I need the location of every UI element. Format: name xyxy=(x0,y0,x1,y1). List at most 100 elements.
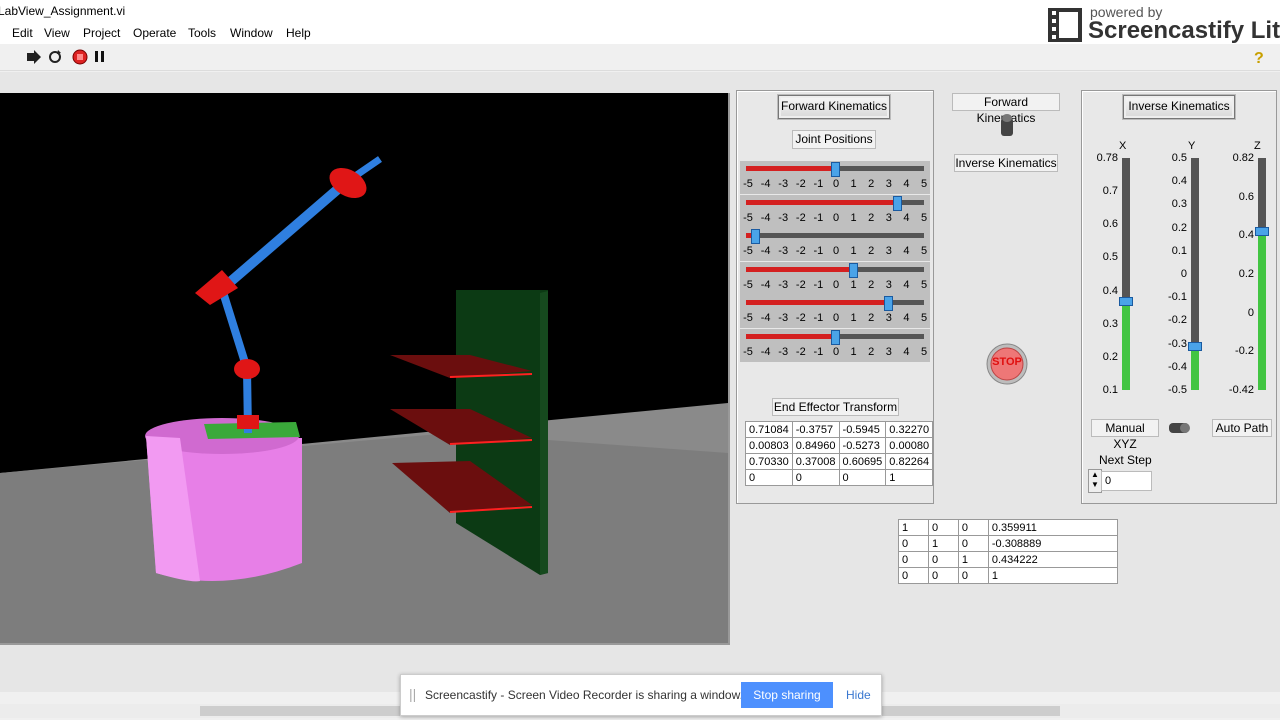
table-cell[interactable]: 0 xyxy=(898,551,929,568)
run-continuously-icon[interactable] xyxy=(47,49,63,65)
table-cell[interactable]: 0 xyxy=(957,519,989,536)
table-cell[interactable]: 0.71084 xyxy=(745,421,793,438)
tick-label: 3 xyxy=(885,345,892,358)
inverse-kinematics-button[interactable]: Inverse Kinematics xyxy=(1123,95,1235,119)
auto-path-label: Auto Path xyxy=(1212,419,1272,437)
forward-kinematics-button[interactable]: Forward Kinematics xyxy=(778,95,890,119)
table-cell[interactable]: 1 xyxy=(927,535,959,552)
tick-label: -0.42 xyxy=(1228,384,1254,396)
end-effector-transform-table[interactable]: 0.71084 -0.3757 -0.5945 0.32270 0.00803 0.849… xyxy=(745,421,934,486)
tick-label: 5 xyxy=(920,312,928,324)
table-cell[interactable]: 0.434222 xyxy=(987,551,1119,568)
slider-thumb[interactable] xyxy=(884,296,894,311)
film-icon xyxy=(1048,8,1082,42)
x-slider[interactable] xyxy=(1119,158,1133,390)
table-cell[interactable]: 0 xyxy=(927,567,959,584)
table-cell[interactable]: 0 xyxy=(791,469,840,486)
menu-edit[interactable]: Edit xyxy=(12,26,33,40)
table-cell[interactable]: -0.308889 xyxy=(987,535,1119,552)
tick-label: -4 xyxy=(760,245,771,257)
3d-picture-control[interactable] xyxy=(0,93,730,645)
pause-icon[interactable] xyxy=(94,50,106,64)
tick-label: 0.3 xyxy=(1102,317,1118,330)
tick-label: 3 xyxy=(885,312,892,324)
menu-view[interactable]: View xyxy=(44,26,70,40)
table-cell[interactable]: 0 xyxy=(957,535,989,552)
next-step-input[interactable]: 0 xyxy=(1101,471,1152,491)
table-row: 0001 xyxy=(898,567,1119,584)
screencastify-watermark: powered by Screencastify Lite xyxy=(1046,2,1280,44)
table-cell[interactable]: 0.82264 xyxy=(885,453,934,470)
menu-tools[interactable]: Tools xyxy=(188,26,216,40)
slider-track[interactable] xyxy=(746,229,924,244)
joint-slider-3[interactable]: -5 -4 -3 -2 -1 0 1 2 3 4 5 xyxy=(740,228,930,261)
table-cell[interactable]: 0.37008 xyxy=(791,453,840,470)
tick-label: 0 xyxy=(832,278,840,291)
joint-slider-1[interactable]: -5 -4 -3 -2 -1 0 1 2 3 4 5 xyxy=(740,161,930,194)
tick-label: -3 xyxy=(778,245,789,257)
table-cell[interactable]: 0.60695 xyxy=(838,453,887,470)
table-cell[interactable]: 0 xyxy=(898,535,929,552)
table-cell[interactable]: 0.70330 xyxy=(745,453,793,470)
drag-handle-icon[interactable]: || xyxy=(409,686,416,702)
table-cell[interactable]: 0 xyxy=(927,551,959,568)
table-cell[interactable]: 1 xyxy=(898,519,929,536)
menu-help[interactable]: Help xyxy=(286,26,311,40)
table-cell[interactable]: 0.359911 xyxy=(987,519,1119,536)
slider-track[interactable] xyxy=(746,329,924,345)
stop-sharing-button[interactable]: Stop sharing xyxy=(741,682,833,708)
menu-operate[interactable]: Operate xyxy=(133,26,176,40)
manual-auto-toggle[interactable] xyxy=(1165,418,1193,438)
hide-button[interactable]: Hide xyxy=(846,688,871,702)
mode-toggle-switch[interactable] xyxy=(997,112,1019,140)
tick-label: 5 xyxy=(920,278,928,291)
tick-label: 4 xyxy=(903,178,910,190)
slider-thumb[interactable] xyxy=(1119,297,1133,307)
target-pose-table[interactable]: 1 0 0 0.359911 0 1 0 -0.308889 0 0 1 0.434222 0 0 0 1 xyxy=(898,519,1119,584)
slider-thumb[interactable] xyxy=(831,162,840,177)
table-cell[interactable]: -0.5273 xyxy=(838,437,887,454)
slider-track[interactable] xyxy=(746,195,924,211)
run-arrow-icon[interactable] xyxy=(26,50,42,64)
joint-slider-4[interactable]: -5 -4 -3 -2 -1 0 1 2 3 4 5 xyxy=(740,261,930,295)
slider-thumb[interactable] xyxy=(893,195,903,211)
table-cell[interactable]: 0 xyxy=(838,469,887,486)
table-cell[interactable]: 0 xyxy=(745,469,793,486)
tick-label: 1 xyxy=(850,211,857,224)
menu-window[interactable]: Window xyxy=(230,26,273,40)
slider-thumb[interactable] xyxy=(1255,226,1269,236)
table-cell[interactable]: 0.00803 xyxy=(745,437,793,454)
joint-slider-5[interactable]: -5 -4 -3 -2 -1 0 1 2 3 4 5 xyxy=(740,295,930,328)
menu-project[interactable]: Project xyxy=(83,26,120,40)
table-cell[interactable]: -0.5945 xyxy=(838,421,887,438)
tick-label: 3 xyxy=(885,278,892,291)
next-step-increment[interactable]: ▲ ▼ xyxy=(1088,469,1102,493)
z-slider[interactable] xyxy=(1255,158,1269,390)
slider-track[interactable] xyxy=(746,262,924,278)
abort-execution-icon[interactable] xyxy=(72,49,88,65)
table-cell[interactable]: 1 xyxy=(987,567,1119,584)
slider-thumb[interactable] xyxy=(1188,341,1202,351)
table-cell[interactable]: -0.3757 xyxy=(791,421,840,438)
slider-thumb[interactable] xyxy=(750,229,760,244)
table-cell[interactable]: 0.32270 xyxy=(885,421,934,438)
tick-label: 0.4 xyxy=(1171,175,1187,188)
y-slider[interactable] xyxy=(1188,158,1202,390)
slider-track[interactable] xyxy=(746,162,924,177)
tick-label: -5 xyxy=(743,278,753,291)
table-cell[interactable]: 1 xyxy=(885,469,934,486)
table-cell[interactable]: 0 xyxy=(957,567,989,584)
table-cell[interactable]: 0.00080 xyxy=(885,437,934,454)
table-cell[interactable]: 1 xyxy=(957,551,989,568)
slider-track[interactable] xyxy=(746,296,924,311)
slider-thumb[interactable] xyxy=(831,329,840,345)
help-icon[interactable]: ? xyxy=(1252,48,1266,66)
table-cell[interactable]: 0 xyxy=(898,567,929,584)
slider-thumb[interactable] xyxy=(848,262,858,278)
joint-slider-6[interactable]: -5 -4 -3 -2 -1 0 1 2 3 4 5 xyxy=(740,328,930,362)
tick-label: 0.2 xyxy=(1171,221,1187,234)
table-cell[interactable]: 0.84960 xyxy=(791,437,840,454)
tick-label: -3 xyxy=(778,312,789,324)
table-cell[interactable]: 0 xyxy=(927,519,959,536)
joint-slider-2[interactable]: -5 -4 -3 -2 -1 0 1 2 3 4 5 xyxy=(740,194,930,228)
